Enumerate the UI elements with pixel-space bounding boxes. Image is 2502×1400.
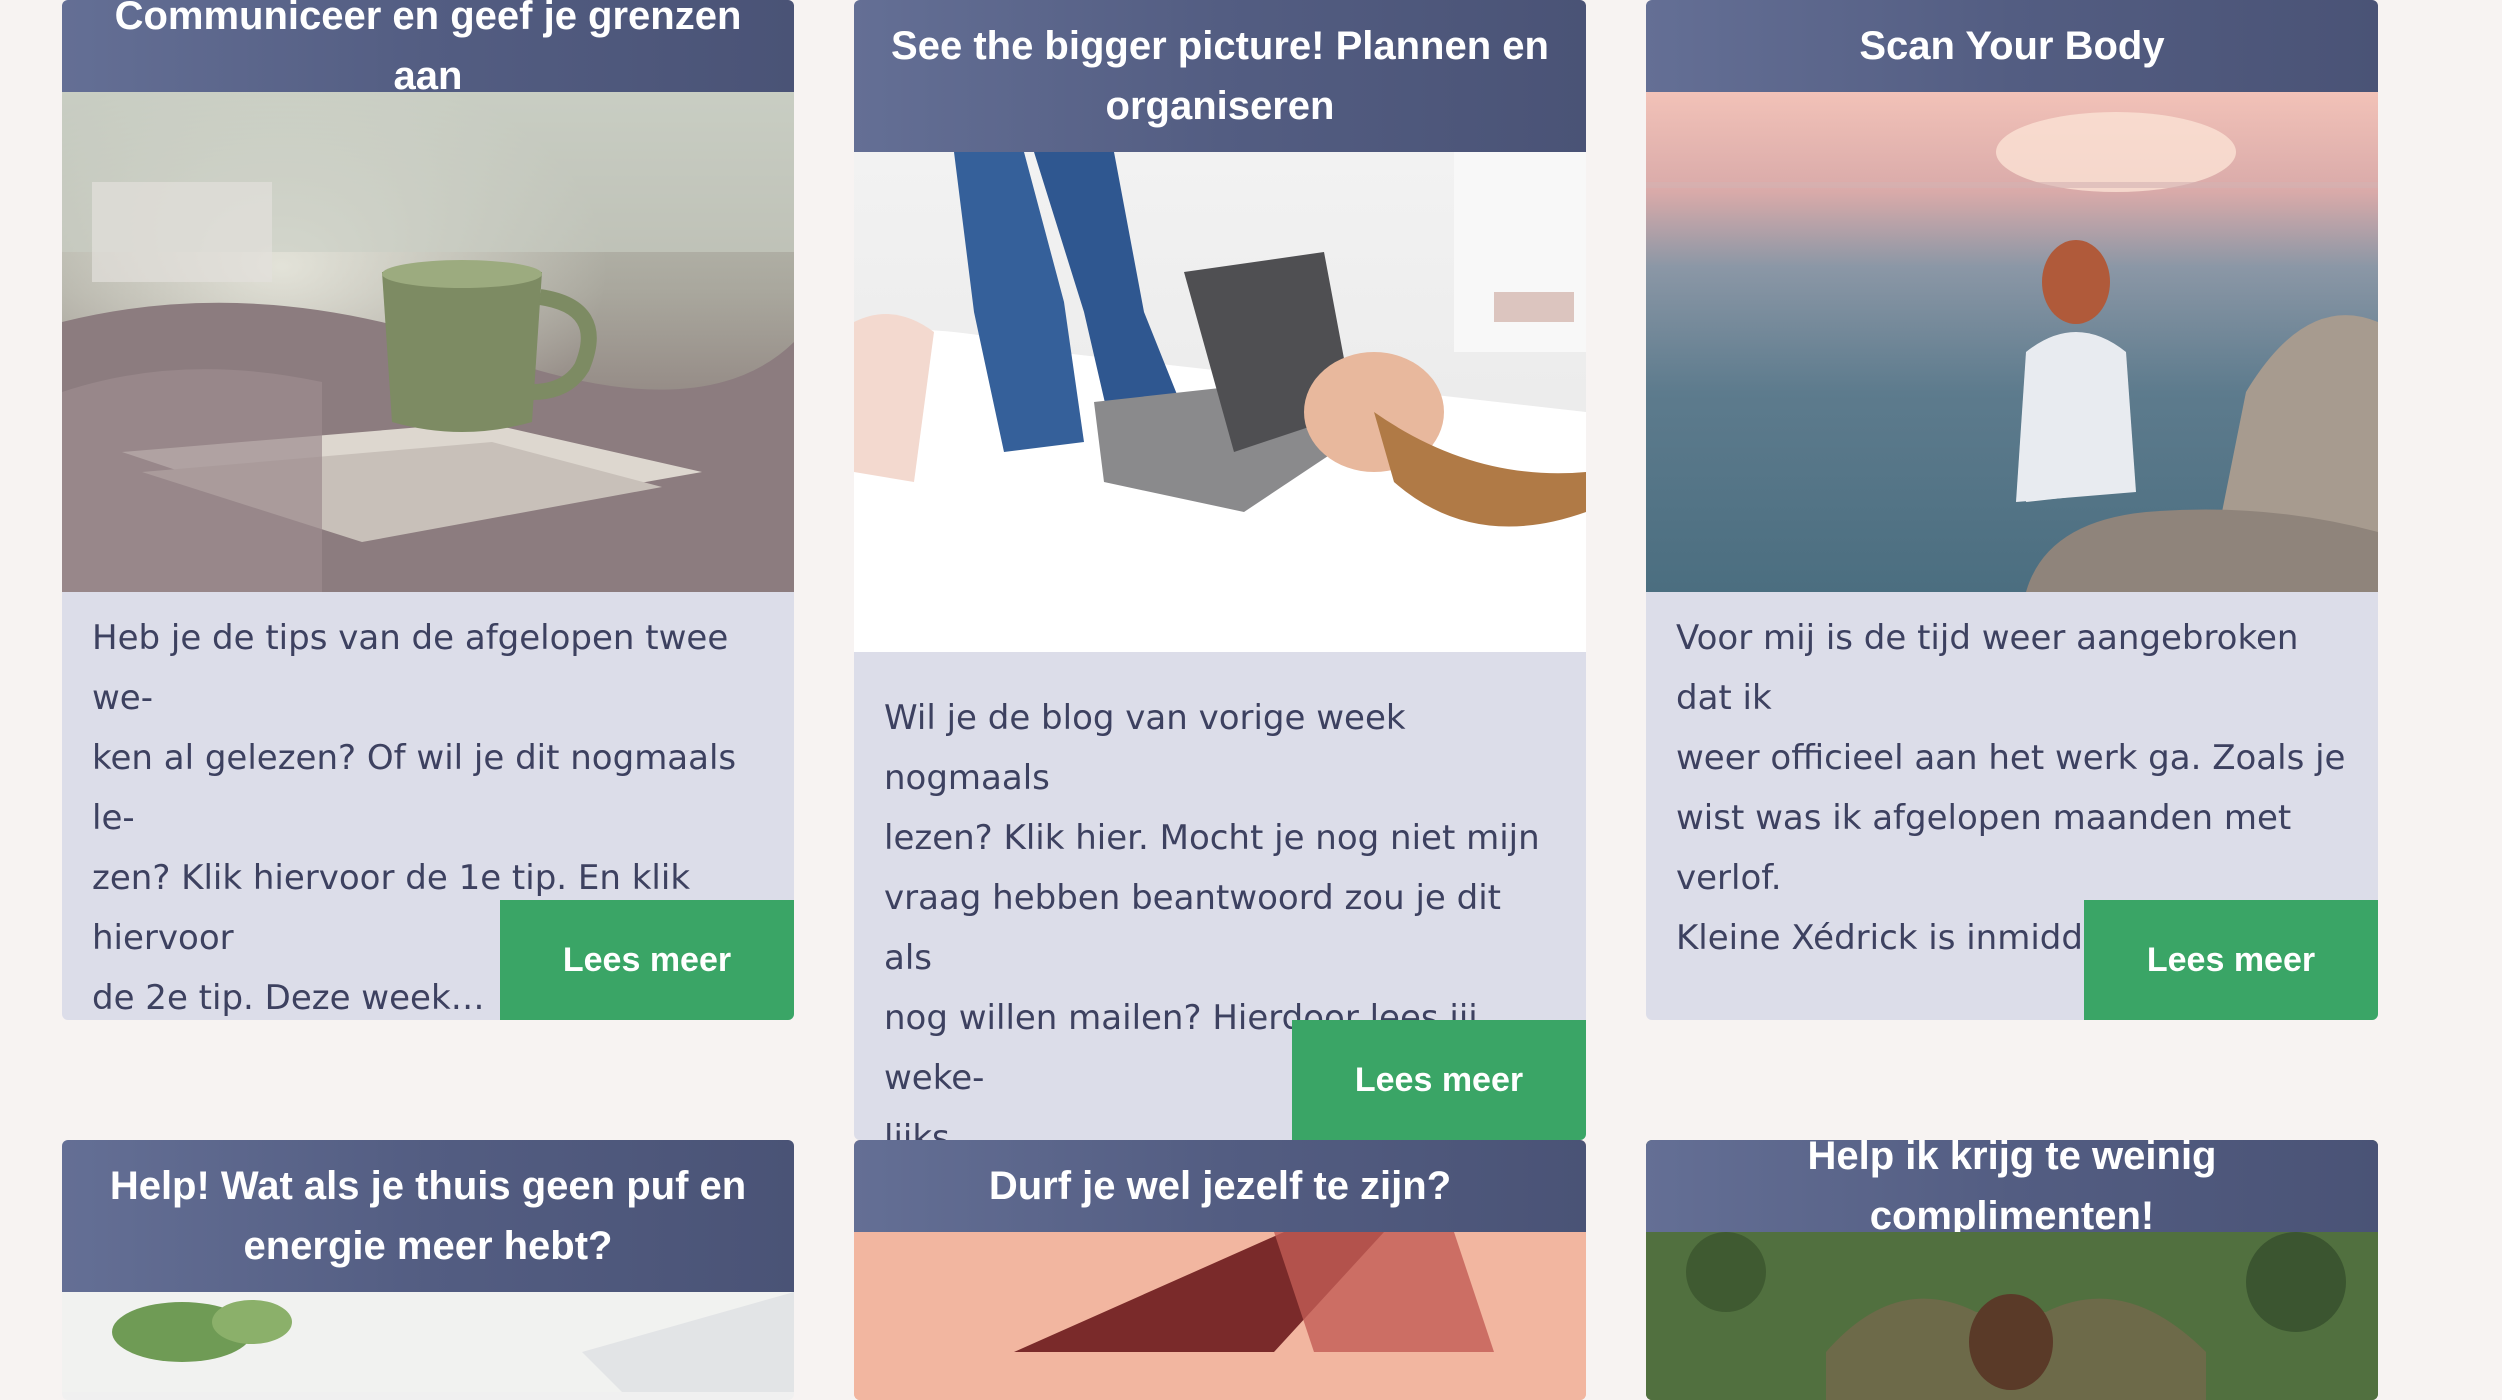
excerpt-line: Voor mij is de tijd weer aangebroken dat…	[1676, 618, 2299, 718]
blog-card-grenzen: Communiceer en geef je grenzen aan Heb j…	[62, 0, 794, 1020]
card-title-text: Help! Wat als je thuis geen puf en energ…	[109, 1164, 747, 1268]
card-image-plant-keyboard[interactable]	[62, 1292, 794, 1392]
blog-card-complimenten: Help ik krijg te weinig complimenten!	[1646, 1140, 2378, 1400]
read-more-button[interactable]: Lees meer	[500, 900, 794, 1020]
card-image-woman-reading[interactable]	[854, 152, 1586, 652]
excerpt-line: lezen? Klik hier. Mocht je nog niet mijn	[884, 818, 1540, 858]
card-title[interactable]: Help ik krijg te weinig complimenten!	[1646, 1140, 2378, 1238]
card-title-text: See the bigger picture! Plannen en organ…	[891, 24, 1549, 128]
card-title[interactable]: Scan Your Body	[1646, 0, 2378, 92]
card-title[interactable]: Durf je wel jezelf te zijn?	[854, 1140, 1586, 1232]
excerpt-line: vraag hebben beantwoord zou je dit als	[884, 878, 1501, 978]
card-image-man-outside[interactable]	[1646, 1232, 2378, 1400]
read-more-button[interactable]: Lees meer	[2084, 900, 2378, 1020]
card-image-pink-chair[interactable]	[854, 1232, 1586, 1400]
blog-card-jezelf-zijn: Durf je wel jezelf te zijn?	[854, 1140, 1586, 1400]
excerpt-line: ken al gelezen? Of wil je dit nogmaals l…	[92, 738, 737, 838]
excerpt-line: wist was ik afgelopen maanden met verlof…	[1676, 798, 2292, 898]
card-image-coffee[interactable]	[62, 92, 794, 592]
blog-card-geen-puf: Help! Wat als je thuis geen puf en energ…	[62, 1140, 794, 1400]
blog-card-scan-your-body: Scan Your Body Voor mij is de tijd weer …	[1646, 0, 2378, 1020]
blog-card-bigger-picture: See the bigger picture! Plannen en organ…	[854, 0, 1586, 1140]
card-title[interactable]: Communiceer en geef je grenzen aan	[62, 0, 794, 98]
excerpt-line: Wil je de blog van vorige week nogmaals	[884, 698, 1406, 798]
card-title[interactable]: Help! Wat als je thuis geen puf en energ…	[62, 1140, 794, 1292]
card-title[interactable]: See the bigger picture! Plannen en organ…	[854, 0, 1586, 152]
excerpt-line: Heb je de tips van de afgelopen twee we-	[92, 618, 729, 718]
read-more-button[interactable]: Lees meer	[1292, 1020, 1586, 1140]
card-image-woman-sea[interactable]	[1646, 92, 2378, 592]
excerpt-line: weer officieel aan het werk ga. Zoals je	[1676, 738, 2346, 778]
